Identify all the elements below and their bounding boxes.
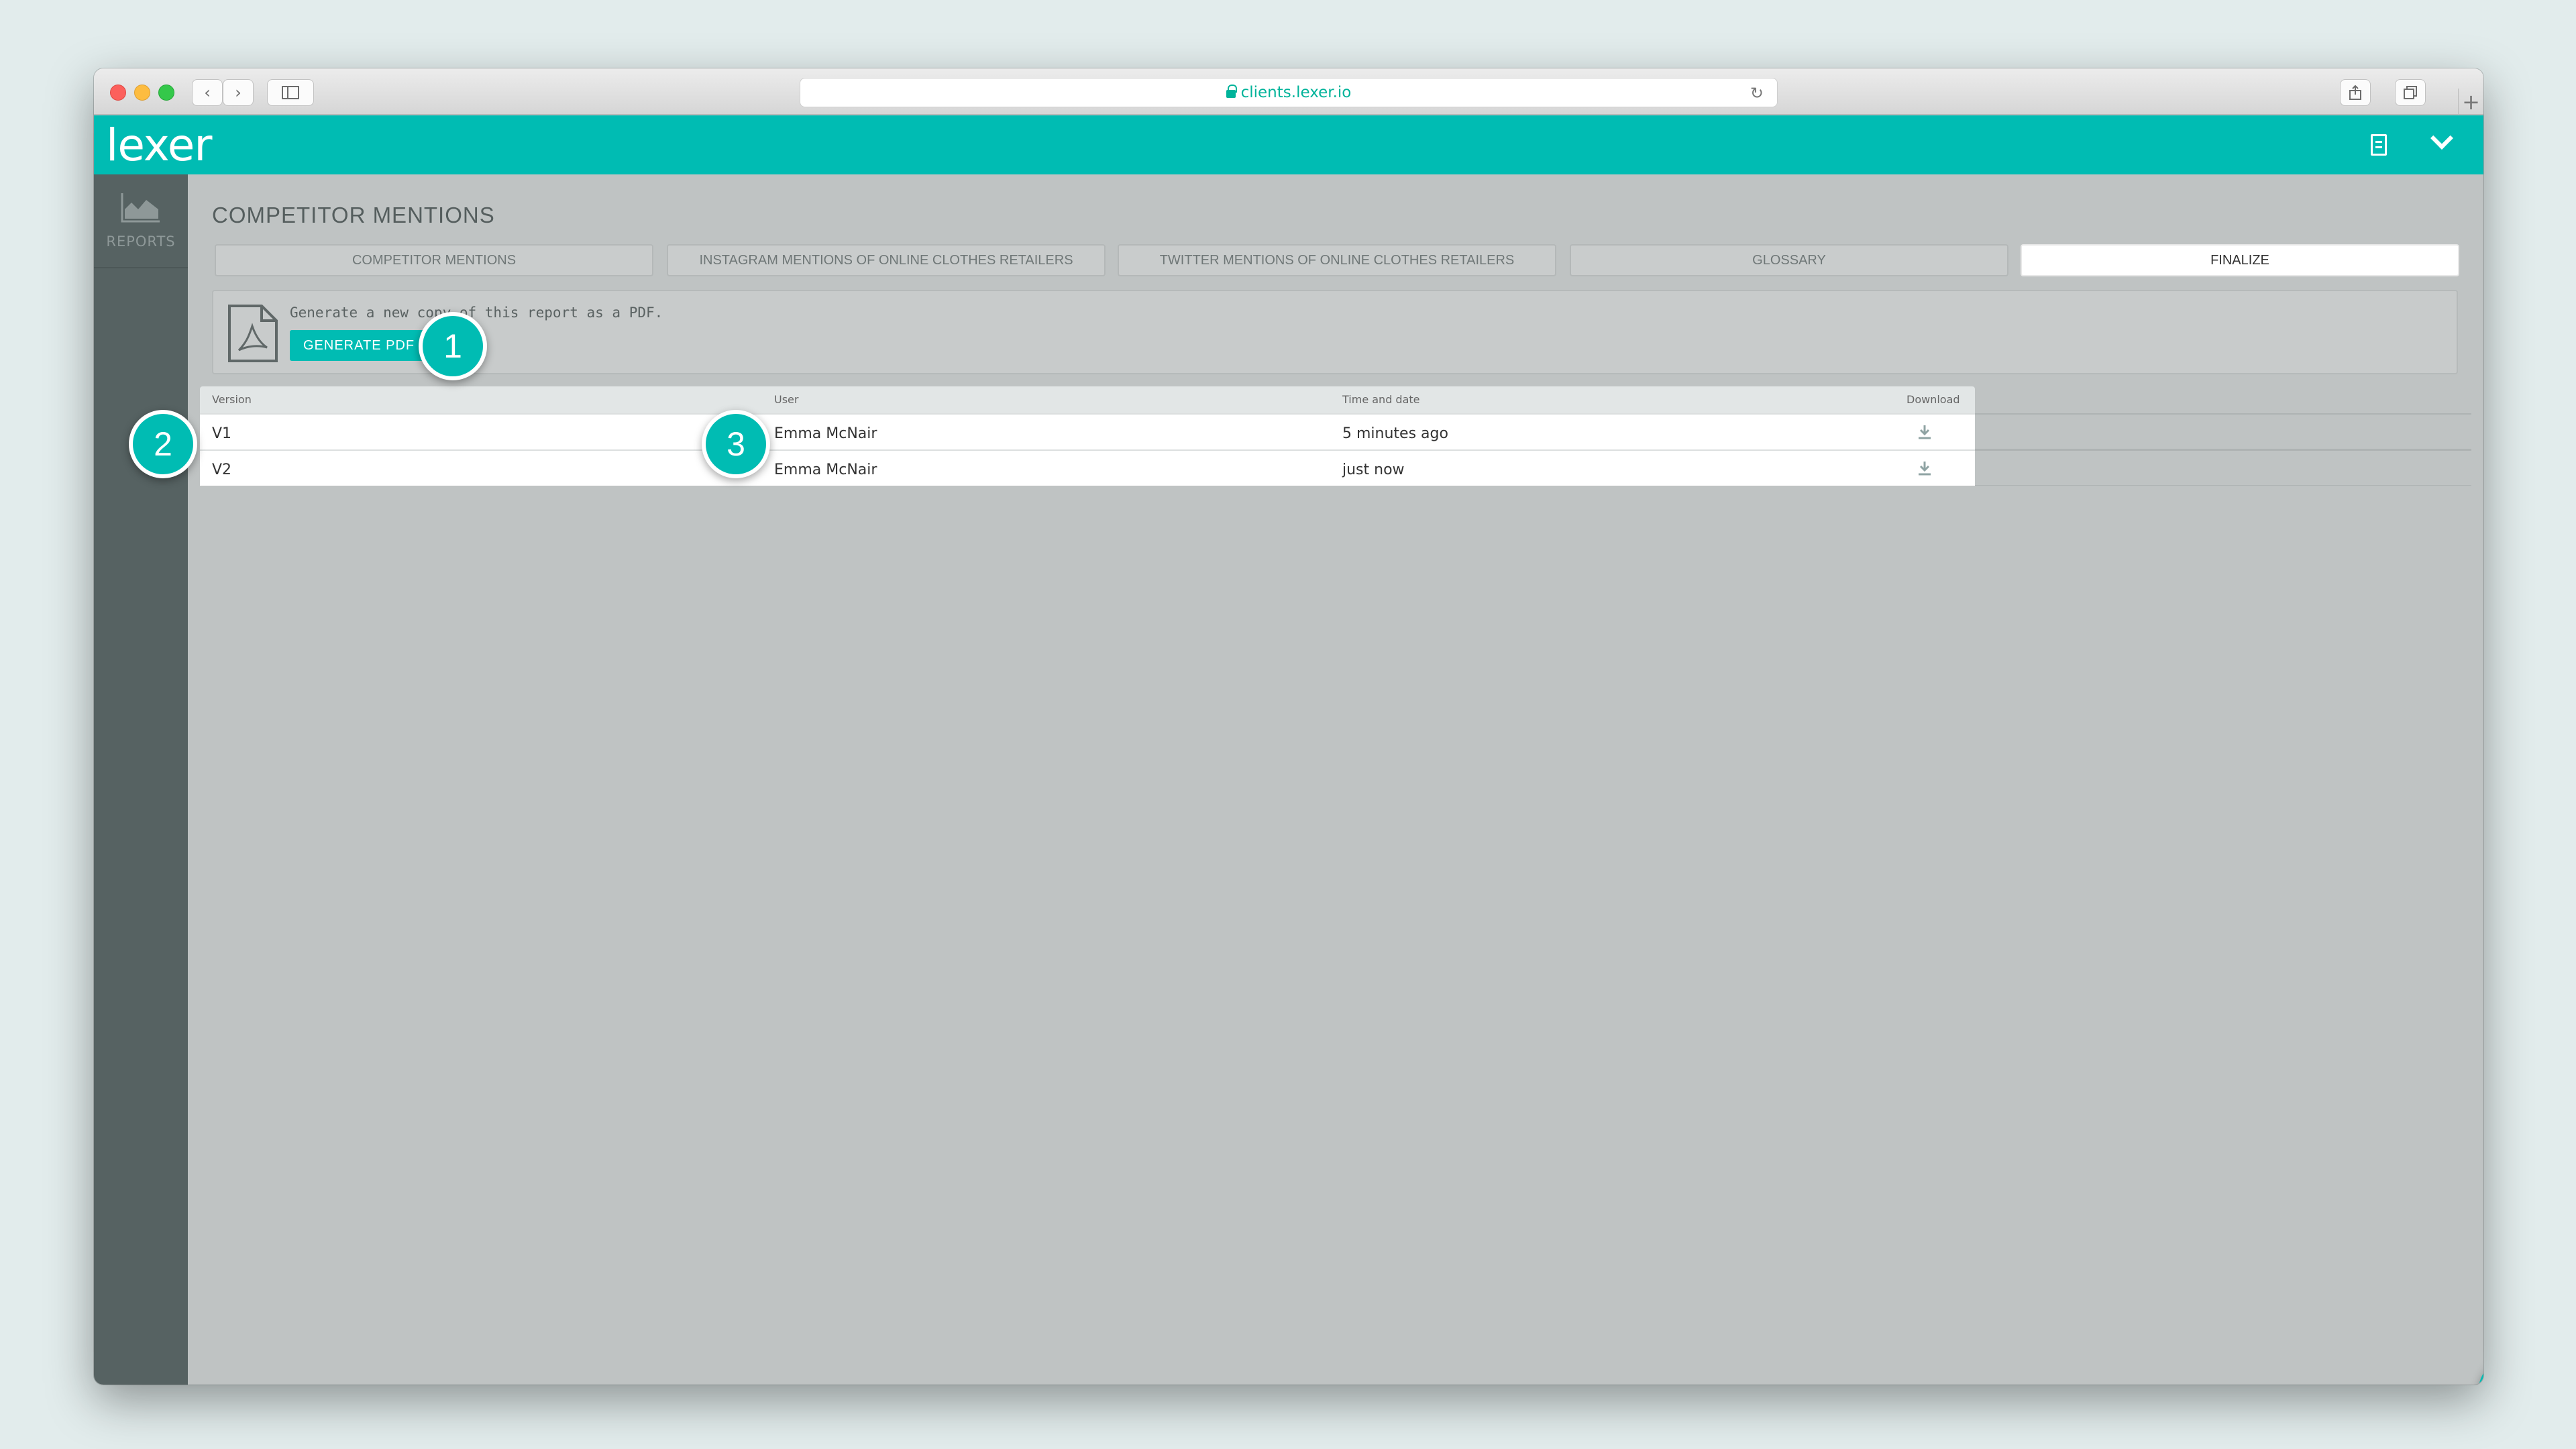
pdf-file-icon xyxy=(228,305,278,362)
forward-button[interactable]: › xyxy=(223,79,254,106)
page-title: COMPETITOR MENTIONS xyxy=(212,203,495,227)
back-button[interactable]: ‹ xyxy=(192,79,223,106)
version-cell: V2 xyxy=(212,462,232,478)
minimize-window-button[interactable] xyxy=(134,85,150,101)
url-text: clients.lexer.io xyxy=(1240,84,1352,101)
sidebar-toggle-button[interactable] xyxy=(267,79,314,106)
browser-toolbar: ‹ › clients.lexer.io ↻ + xyxy=(94,68,2483,115)
area-chart-icon xyxy=(121,193,160,223)
tab-finalize[interactable]: FINALIZE xyxy=(2021,244,2459,276)
row-divider xyxy=(1975,413,2471,449)
document-icon[interactable] xyxy=(2371,134,2387,156)
chevron-right-icon: › xyxy=(235,83,241,102)
tab-glossary[interactable]: GLOSSARY xyxy=(1570,244,2008,276)
user-cell: Emma McNair xyxy=(774,425,877,442)
generate-pdf-panel: Generate a new copy of this report as a … xyxy=(212,290,2458,374)
tab-competitor-mentions[interactable]: COMPETITOR MENTIONS xyxy=(215,244,653,276)
lexer-logo[interactable]: lexer xyxy=(106,119,213,171)
versions-table: Version User Time and date Download V1 E… xyxy=(200,386,2471,486)
app-header: lexer xyxy=(94,115,2483,174)
tab-twitter-mentions[interactable]: TWITTER MENTIONS OF ONLINE CLOTHES RETAI… xyxy=(1118,244,1556,276)
download-icon[interactable] xyxy=(1917,460,1932,476)
address-bar[interactable]: clients.lexer.io ↻ xyxy=(800,78,1778,107)
browser-window: ‹ › clients.lexer.io ↻ + lexer REPORTS C… xyxy=(94,68,2483,1385)
tab-instagram-mentions[interactable]: INSTAGRAM MENTIONS OF ONLINE CLOTHES RET… xyxy=(667,244,1106,276)
sidebar-icon xyxy=(282,86,299,99)
chevron-left-icon: ‹ xyxy=(204,83,211,102)
column-header-download: Download xyxy=(1907,393,1960,406)
callout-badge-1: 1 xyxy=(419,312,487,380)
download-icon[interactable] xyxy=(1917,424,1932,440)
main-panel: COMPETITOR MENTIONS COMPETITOR MENTIONS … xyxy=(200,188,2471,1374)
share-button[interactable] xyxy=(2340,79,2371,106)
time-cell: just now xyxy=(1342,462,1405,478)
tabs-icon xyxy=(2404,86,2417,99)
lock-icon xyxy=(1226,85,1237,98)
table-header: Version User Time and date Download xyxy=(200,386,1975,413)
zoom-window-button[interactable] xyxy=(158,85,174,101)
sidebar-item-reports[interactable]: REPORTS xyxy=(94,174,188,268)
generate-pdf-button[interactable]: GENERATE PDF xyxy=(290,330,429,361)
column-header-time: Time and date xyxy=(1342,393,1420,406)
sidebar-item-label: REPORTS xyxy=(106,233,176,250)
version-cell: V1 xyxy=(212,425,232,442)
column-header-user: User xyxy=(774,393,799,406)
chevron-down-icon[interactable] xyxy=(2430,127,2453,150)
time-cell: 5 minutes ago xyxy=(1342,425,1448,442)
row-divider xyxy=(1975,449,2471,486)
user-cell: Emma McNair xyxy=(774,462,877,478)
column-header-version: Version xyxy=(212,393,252,406)
callout-badge-2: 2 xyxy=(129,410,197,478)
callout-badge-3: 3 xyxy=(702,410,770,478)
plus-icon: + xyxy=(2462,89,2480,115)
chat-launcher-button[interactable] xyxy=(2478,1355,2483,1385)
close-window-button[interactable] xyxy=(110,85,126,101)
table-row: V1 Emma McNair 5 minutes ago xyxy=(200,413,1975,449)
reload-icon[interactable]: ↻ xyxy=(1750,84,1764,103)
tabs-overview-button[interactable] xyxy=(2395,79,2426,106)
pdf-description: Generate a new copy of this report as a … xyxy=(290,305,663,321)
share-icon xyxy=(2349,85,2361,100)
new-tab-button[interactable]: + xyxy=(2458,89,2483,115)
report-tabs: COMPETITOR MENTIONS INSTAGRAM MENTIONS O… xyxy=(215,244,2459,276)
table-row: V2 Emma McNair just now xyxy=(200,449,1975,486)
sidebar: REPORTS xyxy=(94,174,188,1385)
